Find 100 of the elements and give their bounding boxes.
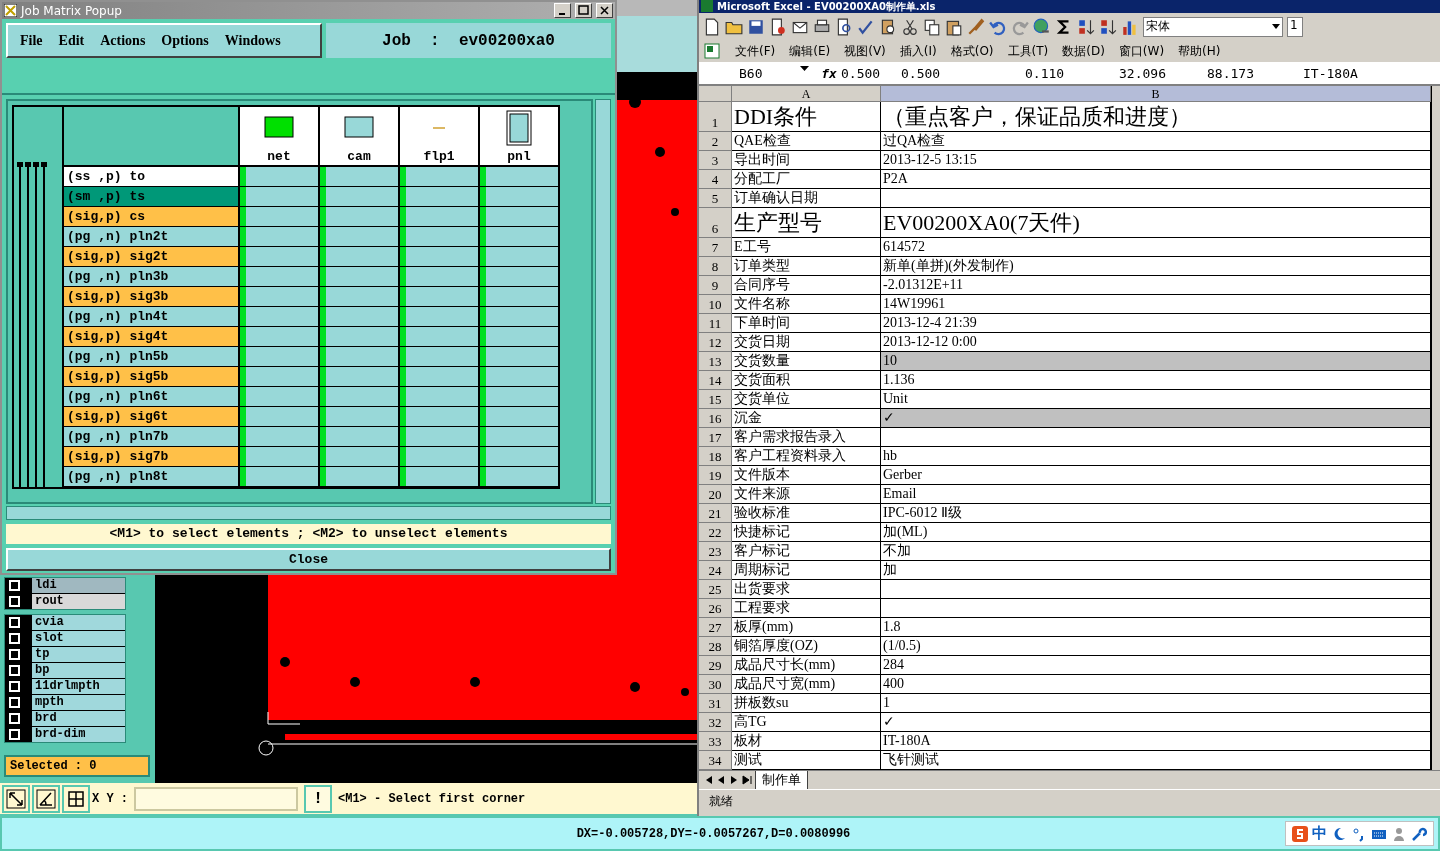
matrix-cell[interactable]: [238, 446, 318, 467]
matrix-cell[interactable]: [318, 366, 398, 387]
row-header[interactable]: 21: [699, 504, 732, 523]
matrix-cell[interactable]: [478, 406, 558, 427]
row-header[interactable]: 27: [699, 618, 732, 637]
matrix-cell[interactable]: [318, 226, 398, 247]
menu-item[interactable]: Options: [155, 32, 215, 49]
function-label[interactable]: fx: [817, 65, 841, 81]
matrix-cell[interactable]: [478, 386, 558, 407]
matrix-cell[interactable]: [238, 206, 318, 227]
matrix-cell[interactable]: [478, 266, 558, 287]
matrix-cell[interactable]: [478, 186, 558, 207]
matrix-cell[interactable]: [238, 406, 318, 427]
xy-input-field[interactable]: [134, 786, 298, 811]
matrix-cell[interactable]: [398, 406, 478, 427]
matrix-cell[interactable]: [318, 186, 398, 207]
new-document-icon[interactable]: [703, 17, 721, 36]
matrix-cell[interactable]: [238, 306, 318, 327]
column-header[interactable]: B: [881, 86, 1431, 102]
layer-column-header[interactable]: pnl: [478, 106, 558, 167]
row-header[interactable]: 23: [699, 542, 732, 561]
layer-checkbox[interactable]: [9, 713, 20, 724]
matrix-cell[interactable]: [238, 366, 318, 387]
row-header[interactable]: 31: [699, 694, 732, 713]
matrix-cell[interactable]: [318, 246, 398, 267]
matrix-cell[interactable]: [318, 326, 398, 347]
matrix-cell[interactable]: [398, 226, 478, 247]
layer-item[interactable]: 11drlmpth: [32, 679, 125, 694]
layer-row-label[interactable]: (sig,p) sig6t: [62, 406, 238, 427]
row-header[interactable]: 22: [699, 523, 732, 542]
row-header[interactable]: 25: [699, 580, 732, 599]
row-header[interactable]: 30: [699, 675, 732, 694]
select-all-corner[interactable]: [699, 86, 732, 102]
layer-checkbox[interactable]: [9, 681, 20, 692]
matrix-cell[interactable]: [238, 226, 318, 247]
matrix-cell[interactable]: [478, 326, 558, 347]
scissors-icon[interactable]: [901, 17, 919, 36]
menu-item[interactable]: 窗口(W): [1118, 42, 1165, 60]
matrix-cell[interactable]: [238, 326, 318, 347]
matrix-cell[interactable]: [238, 166, 318, 187]
matrix-cell[interactable]: [478, 306, 558, 327]
sort-ascending-icon[interactable]: [1077, 17, 1095, 36]
row-header[interactable]: 29: [699, 656, 732, 675]
layer-row-label[interactable]: (sig,p) sig4t: [62, 326, 238, 347]
matrix-cell[interactable]: [398, 466, 478, 487]
row-header[interactable]: 10: [699, 295, 732, 314]
layer-row-label[interactable]: (pg ,n) pln6t: [62, 386, 238, 407]
row-header[interactable]: 6: [699, 208, 732, 238]
matrix-cell[interactable]: [478, 246, 558, 267]
row-header[interactable]: 14: [699, 371, 732, 390]
row-header[interactable]: 7: [699, 238, 732, 257]
layer-row-label[interactable]: (pg ,n) pln4t: [62, 306, 238, 327]
row-header[interactable]: 20: [699, 485, 732, 504]
ime-mode[interactable]: 中: [1312, 824, 1327, 843]
layer-checkbox[interactable]: [9, 617, 20, 628]
row-header[interactable]: 4: [699, 170, 732, 189]
menu-item[interactable]: Actions: [94, 32, 152, 49]
layer-row-label[interactable]: (sig,p) sig2t: [62, 246, 238, 267]
matrix-cell[interactable]: [478, 466, 558, 487]
row-header[interactable]: 18: [699, 447, 732, 466]
layer-column-header[interactable]: net: [238, 106, 318, 167]
sort-descending-icon[interactable]: [1099, 17, 1117, 36]
row-header[interactable]: 1: [699, 102, 732, 132]
matrix-cell[interactable]: [238, 346, 318, 367]
minimize-icon[interactable]: [554, 3, 571, 19]
font-name-field[interactable]: 宋体: [1143, 16, 1283, 37]
matrix-cell[interactable]: [478, 446, 558, 467]
matrix-cell[interactable]: [398, 206, 478, 227]
matrix-cell[interactable]: [318, 286, 398, 307]
grid-button[interactable]: [62, 784, 90, 813]
wrench-icon[interactable]: [1411, 825, 1427, 842]
measure-button[interactable]: [32, 784, 60, 813]
matrix-cell[interactable]: [318, 166, 398, 187]
matrix-cell[interactable]: [238, 266, 318, 287]
layer-checkbox[interactable]: [9, 665, 20, 676]
menu-item[interactable]: 工具(T): [1007, 42, 1049, 60]
layer-checkbox[interactable]: [9, 729, 20, 740]
sheet-tab[interactable]: 制作单: [755, 770, 808, 790]
matrix-cell[interactable]: [318, 266, 398, 287]
close-button[interactable]: Close: [6, 547, 611, 571]
menu-item[interactable]: 数据(D): [1062, 42, 1105, 60]
matrix-cell[interactable]: [318, 426, 398, 447]
vertical-scrollbar[interactable]: [595, 98, 611, 505]
next-sheet-icon[interactable]: [729, 775, 739, 785]
row-header[interactable]: 11: [699, 314, 732, 333]
layer-checkbox[interactable]: [9, 580, 20, 591]
layer-column-header[interactable]: cam: [318, 106, 398, 167]
matrix-cell[interactable]: [398, 306, 478, 327]
layer-row-label[interactable]: (sig,p) sig5b: [62, 366, 238, 387]
row-header[interactable]: 32: [699, 713, 732, 732]
matrix-cell[interactable]: [398, 326, 478, 347]
matrix-cell[interactable]: [478, 286, 558, 307]
matrix-cell[interactable]: [238, 386, 318, 407]
row-header[interactable]: 26: [699, 599, 732, 618]
matrix-cell[interactable]: [398, 426, 478, 447]
matrix-cell[interactable]: [238, 466, 318, 487]
person-icon[interactable]: [1391, 825, 1407, 842]
layer-item[interactable]: slot: [32, 631, 125, 646]
layer-row-label[interactable]: (sig,p) sig7b: [62, 446, 238, 467]
layer-item[interactable]: brd: [32, 711, 125, 726]
